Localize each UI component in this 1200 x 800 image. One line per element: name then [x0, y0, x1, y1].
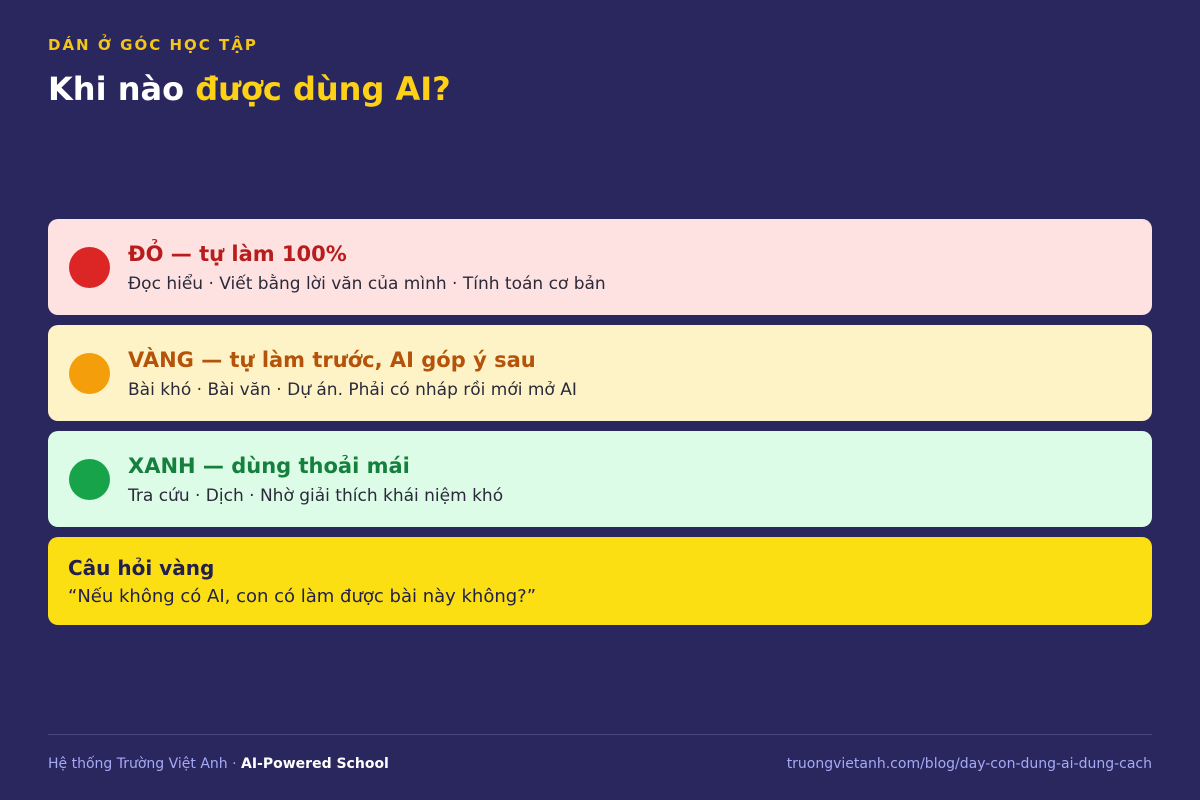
- golden-question-quote: “Nếu không có AI, con có làm được bài nà…: [68, 586, 537, 607]
- green-circle-icon: [69, 459, 110, 500]
- footer-url-link[interactable]: truongvietanh.com/blog/day-con-dung-ai-d…: [787, 756, 1152, 772]
- golden-question-card: Câu hỏi vàng “Nếu không có AI, con có là…: [48, 537, 1152, 625]
- page-title: Khi nào được dùng AI?: [48, 70, 451, 108]
- card-title: VÀNG — tự làm trước, AI góp ý sau: [128, 348, 536, 372]
- yellow-circle-icon: [69, 353, 110, 394]
- footer-organization: Hệ thống Trường Việt Anh · AI-Powered Sc…: [48, 756, 389, 772]
- eyebrow-label: DÁN Ở GÓC HỌC TẬP: [48, 36, 258, 54]
- card-title: ĐỎ — tự làm 100%: [128, 242, 347, 266]
- card-description: Tra cứu · Dịch · Nhờ giải thích khái niệ…: [128, 486, 504, 506]
- card-description: Đọc hiểu · Viết bằng lời văn của mình · …: [128, 274, 606, 294]
- golden-question-title: Câu hỏi vàng: [68, 556, 215, 580]
- footer-divider: [48, 734, 1152, 735]
- title-highlight: được dùng AI?: [195, 70, 451, 108]
- title-prefix: Khi nào: [48, 70, 196, 108]
- card-description: Bài khó · Bài văn · Dự án. Phải có nháp …: [128, 380, 577, 400]
- footer-org-name: Hệ thống Trường Việt Anh ·: [48, 756, 242, 772]
- red-circle-icon: [69, 247, 110, 288]
- footer-brand: AI-Powered School: [241, 756, 389, 772]
- card-yellow: VÀNG — tự làm trước, AI góp ý sau Bài kh…: [48, 325, 1152, 421]
- card-green: XANH — dùng thoải mái Tra cứu · Dịch · N…: [48, 431, 1152, 527]
- rule-cards: ĐỎ — tự làm 100% Đọc hiểu · Viết bằng lờ…: [48, 219, 1152, 625]
- card-red: ĐỎ — tự làm 100% Đọc hiểu · Viết bằng lờ…: [48, 219, 1152, 315]
- card-title: XANH — dùng thoải mái: [128, 454, 410, 478]
